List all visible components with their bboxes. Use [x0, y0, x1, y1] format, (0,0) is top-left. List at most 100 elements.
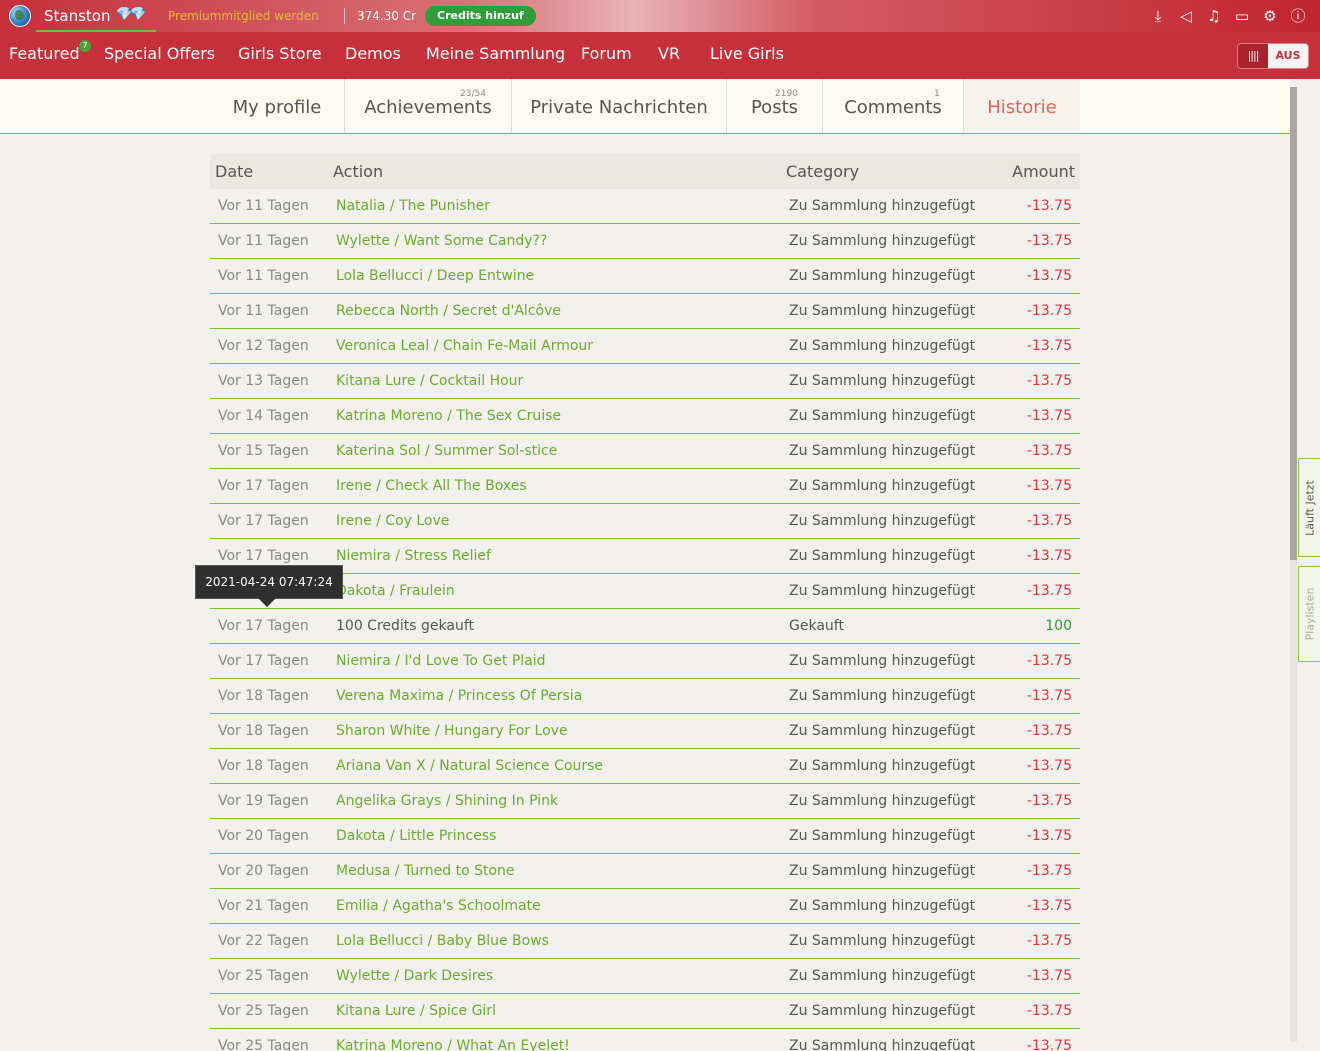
row-amount: -13.75 — [1026, 478, 1072, 494]
row-date: Vor 25 Tagen — [218, 1003, 309, 1019]
tab-posts[interactable]: Posts — [727, 79, 822, 133]
music-icon[interactable]: ♫ — [1204, 6, 1224, 26]
nav-special-offers[interactable]: Special Offers — [104, 44, 215, 63]
history-table: Date Action Category Amount Vor 11 Tagen… — [210, 154, 1080, 1051]
row-amount: -13.75 — [1026, 793, 1072, 809]
row-action[interactable]: Irene / Coy Love — [336, 513, 449, 529]
tab-achievements[interactable]: Achievements — [345, 79, 511, 133]
side-tab-playlists-label: Playlisten — [1303, 587, 1316, 641]
table-row: Vor 20 Tagen Dakota / Little Princess Zu S… — [210, 819, 1080, 854]
row-action[interactable]: Angelika Grays / Shining In Pink — [336, 793, 558, 809]
row-category: Zu Sammlung hinzugefügt — [789, 233, 976, 249]
profile-tabs: My profile Achievements 23/54 Private Na… — [0, 79, 1290, 134]
row-amount: -13.75 — [1026, 583, 1072, 599]
row-amount: -13.75 — [1026, 233, 1072, 249]
row-action[interactable]: Kitana Lure / Cocktail Hour — [336, 373, 523, 389]
row-date: Vor 22 Tagen — [218, 933, 309, 949]
row-action[interactable]: Dakota / Fraulein — [336, 583, 455, 599]
row-category: Zu Sammlung hinzugefügt — [789, 968, 976, 984]
nav-live-girls[interactable]: Live Girls — [710, 44, 784, 63]
table-row: Vor 11 Tagen Natalia / The Punisher Zu Sam… — [210, 189, 1080, 224]
nav-demos[interactable]: Demos — [345, 44, 401, 63]
globe-avatar-icon[interactable] — [9, 5, 31, 27]
table-row: Vor 17 Tagen Niemira / I'd Love To Get Pl… — [210, 644, 1080, 679]
row-date: Vor 15 Tagen — [218, 443, 309, 459]
top-bar: Stanston 💎💎 Premiummitglied werden 374.3… — [0, 0, 1320, 32]
table-row: Vor 13 Tagen Kitana Lure / Cocktail Hour Z… — [210, 364, 1080, 399]
achievements-count: 23/54 — [460, 89, 486, 99]
row-action[interactable]: Emilia / Agatha's Schoolmate — [336, 898, 541, 914]
row-action[interactable]: Verena Maxima / Princess Of Persia — [336, 688, 582, 704]
row-action[interactable]: Rebecca North / Secret d'Alcôve — [336, 303, 561, 319]
header-action: Action — [333, 162, 384, 181]
nav-girls-store[interactable]: Girls Store — [238, 44, 322, 63]
row-action[interactable]: Dakota / Little Princess — [336, 828, 496, 844]
row-action[interactable]: Lola Bellucci / Deep Entwine — [336, 268, 534, 284]
table-row: Vor 11 Tagen Lola Bellucci / Deep Entwine… — [210, 259, 1080, 294]
row-action[interactable]: Veronica Leal / Chain Fe-Mail Armour — [336, 338, 593, 354]
nav-featured[interactable]: Featured — [9, 44, 80, 63]
download-icon[interactable]: ⤓ — [1148, 6, 1168, 26]
table-row: Vor 21 Tagen Emilia / Agatha's Schoolmate… — [210, 889, 1080, 924]
tab-private-messages[interactable]: Private Nachrichten — [512, 79, 726, 133]
row-category: Zu Sammlung hinzugefügt — [789, 898, 976, 914]
row-amount: -13.75 — [1026, 933, 1072, 949]
credit-balance: 374.30 Cr — [357, 9, 417, 23]
row-action[interactable]: Katrina Moreno / What An Eyelet! — [336, 1038, 570, 1051]
tab-historie[interactable]: Historie — [964, 79, 1080, 133]
row-category: Zu Sammlung hinzugefügt — [789, 408, 976, 424]
row-action[interactable]: Niemira / I'd Love To Get Plaid — [336, 653, 546, 669]
row-date: Vor 17 Tagen — [218, 478, 309, 494]
info-icon[interactable]: ⓘ — [1288, 6, 1308, 26]
scrollbar-thumb[interactable] — [1290, 87, 1297, 560]
row-date: Vor 17 Tagen — [218, 513, 309, 529]
row-category: Zu Sammlung hinzugefügt — [789, 373, 976, 389]
header-amount: Amount — [1012, 162, 1075, 181]
tab-my-profile[interactable]: My profile — [210, 79, 344, 133]
row-date: Vor 17 Tagen — [218, 618, 309, 634]
row-action[interactable]: Katerina Sol / Summer Sol-stice — [336, 443, 557, 459]
nav-vr[interactable]: VR — [658, 44, 680, 63]
row-category: Zu Sammlung hinzugefügt — [789, 583, 976, 599]
row-action[interactable]: Kitana Lure / Spice Girl — [336, 1003, 496, 1019]
side-tab-playlists[interactable]: Playlisten — [1298, 566, 1320, 662]
row-date: Vor 18 Tagen — [218, 723, 309, 739]
row-action[interactable]: Wylette / Want Some Candy?? — [336, 233, 547, 249]
row-action[interactable]: Wylette / Dark Desires — [336, 968, 493, 984]
row-category: Zu Sammlung hinzugefügt — [789, 863, 976, 879]
row-action[interactable]: Medusa / Turned to Stone — [336, 863, 515, 879]
row-category: Zu Sammlung hinzugefügt — [789, 478, 976, 494]
row-amount: -13.75 — [1026, 653, 1072, 669]
row-action[interactable]: Natalia / The Punisher — [336, 198, 490, 214]
row-action[interactable]: Lola Bellucci / Baby Blue Bows — [336, 933, 549, 949]
row-action[interactable]: Katrina Moreno / The Sex Cruise — [336, 408, 561, 424]
row-date: Vor 11 Tagen — [218, 233, 309, 249]
table-row: Vor 11 Tagen Wylette / Want Some Candy?? Z… — [210, 224, 1080, 259]
add-credits-button[interactable]: Credits hinzuf — [425, 6, 536, 26]
table-body: Vor 11 Tagen Natalia / The Punisher Zu Sam… — [210, 189, 1080, 1051]
table-row: Vor 20 Tagen Medusa / Turned to Stone Zu S… — [210, 854, 1080, 889]
monitor-icon[interactable]: ▭ — [1232, 6, 1252, 26]
premium-link[interactable]: Premiummitglied werden — [168, 9, 319, 23]
row-action[interactable]: Ariana Van X / Natural Science Course — [336, 758, 603, 774]
row-action[interactable]: Sharon White / Hungary For Love — [336, 723, 568, 739]
row-date: Vor 12 Tagen — [218, 338, 309, 354]
megaphone-icon[interactable]: ◁ — [1176, 6, 1196, 26]
row-date: Vor 14 Tagen — [218, 408, 309, 424]
toggle-switch[interactable]: |||| AUS — [1237, 43, 1309, 69]
row-action[interactable]: Niemira / Stress Relief — [336, 548, 491, 564]
row-category: Zu Sammlung hinzugefügt — [789, 513, 976, 529]
table-row: Vor 25 Tagen Katrina Moreno / What An Eye… — [210, 1029, 1080, 1051]
side-tab-now-playing[interactable]: Läuft Jetzt — [1298, 458, 1320, 557]
row-category: Zu Sammlung hinzugefügt — [789, 443, 976, 459]
row-amount: -13.75 — [1026, 898, 1072, 914]
gear-icon[interactable]: ⚙ — [1260, 6, 1280, 26]
table-row: Vor 18 Tagen Sharon White / Hungary For L… — [210, 714, 1080, 749]
nav-meine-sammlung[interactable]: Meine Sammlung — [426, 44, 565, 63]
tab-comments[interactable]: Comments — [823, 79, 963, 133]
date-tooltip: 2021-04-24 07:47:24 — [195, 565, 343, 607]
row-action[interactable]: Irene / Check All The Boxes — [336, 478, 527, 494]
row-amount: 100 — [1045, 618, 1072, 634]
nav-forum[interactable]: Forum — [581, 44, 632, 63]
username[interactable]: Stanston — [44, 7, 110, 25]
